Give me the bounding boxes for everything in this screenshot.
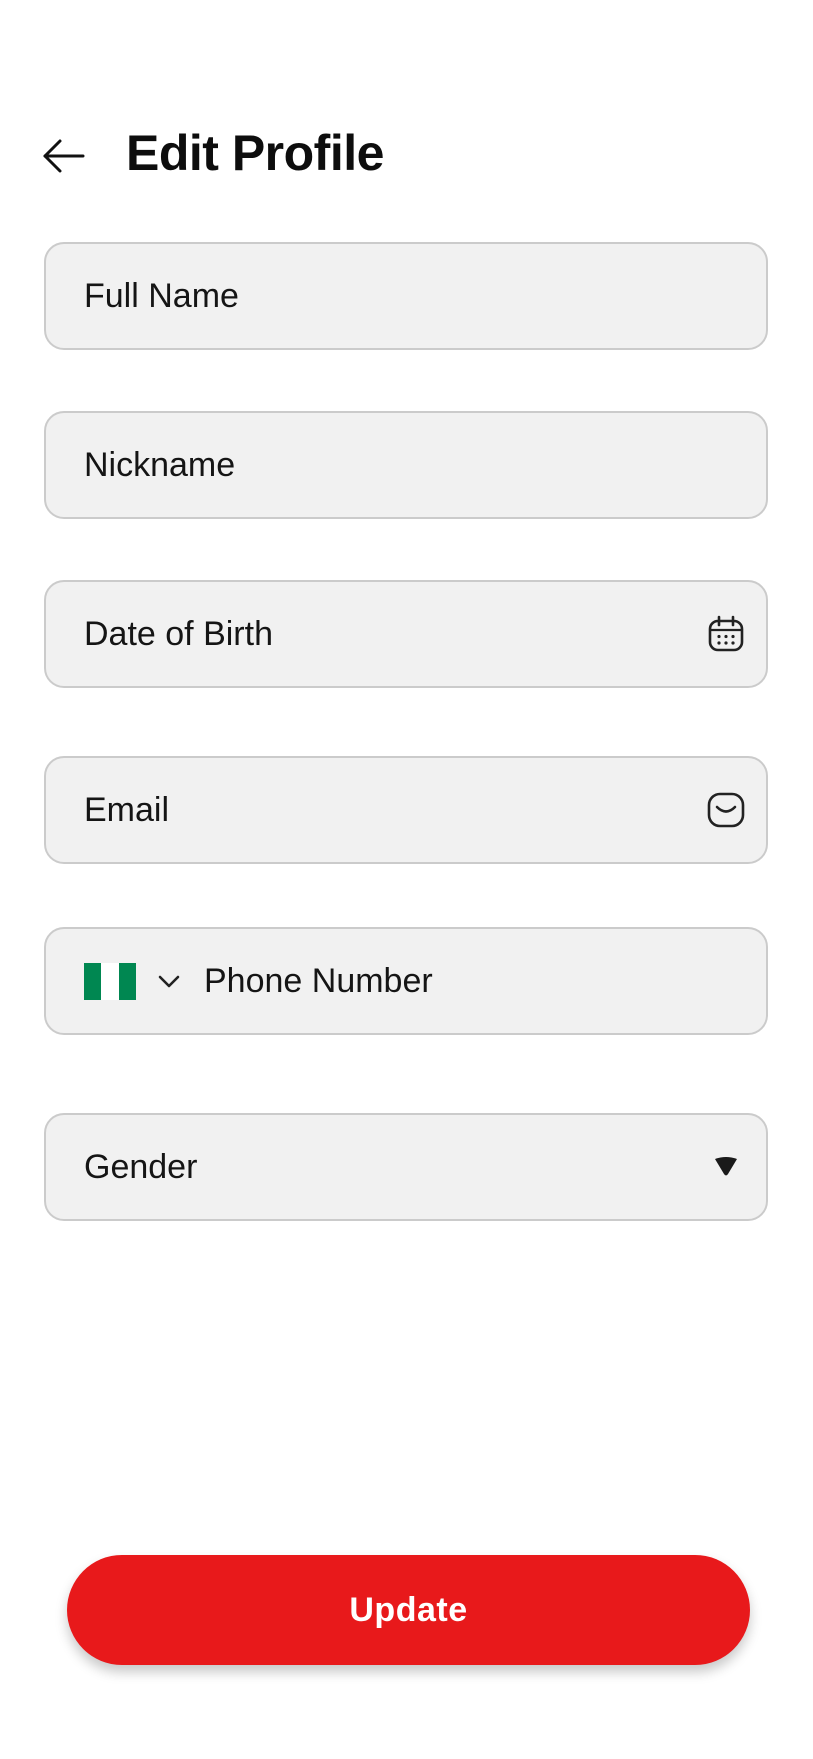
chevron-down-icon[interactable] [154, 966, 184, 996]
full-name-field[interactable]: Full Name [44, 242, 768, 350]
gender-placeholder: Gender [84, 1147, 198, 1186]
phone-number-placeholder: Phone Number [204, 961, 433, 1000]
header: Edit Profile [0, 110, 813, 200]
page-title: Edit Profile [126, 125, 384, 181]
date-of-birth-field[interactable]: Date of Birth [44, 580, 768, 688]
back-button[interactable] [40, 132, 88, 180]
email-field[interactable]: Email [44, 756, 768, 864]
update-button[interactable]: Update [67, 1555, 750, 1665]
calendar-icon[interactable] [704, 612, 748, 656]
nigeria-flag-icon[interactable] [84, 962, 136, 1000]
mail-icon [704, 788, 748, 832]
nickname-placeholder: Nickname [84, 445, 236, 484]
arrow-left-icon [43, 139, 85, 173]
full-name-placeholder: Full Name [84, 276, 239, 315]
date-of-birth-placeholder: Date of Birth [84, 614, 273, 653]
caret-down-icon[interactable] [704, 1145, 748, 1189]
gender-select[interactable]: Gender [44, 1113, 768, 1221]
phone-number-field[interactable]: Phone Number [44, 927, 768, 1035]
nickname-field[interactable]: Nickname [44, 411, 768, 519]
email-placeholder: Email [84, 790, 170, 829]
